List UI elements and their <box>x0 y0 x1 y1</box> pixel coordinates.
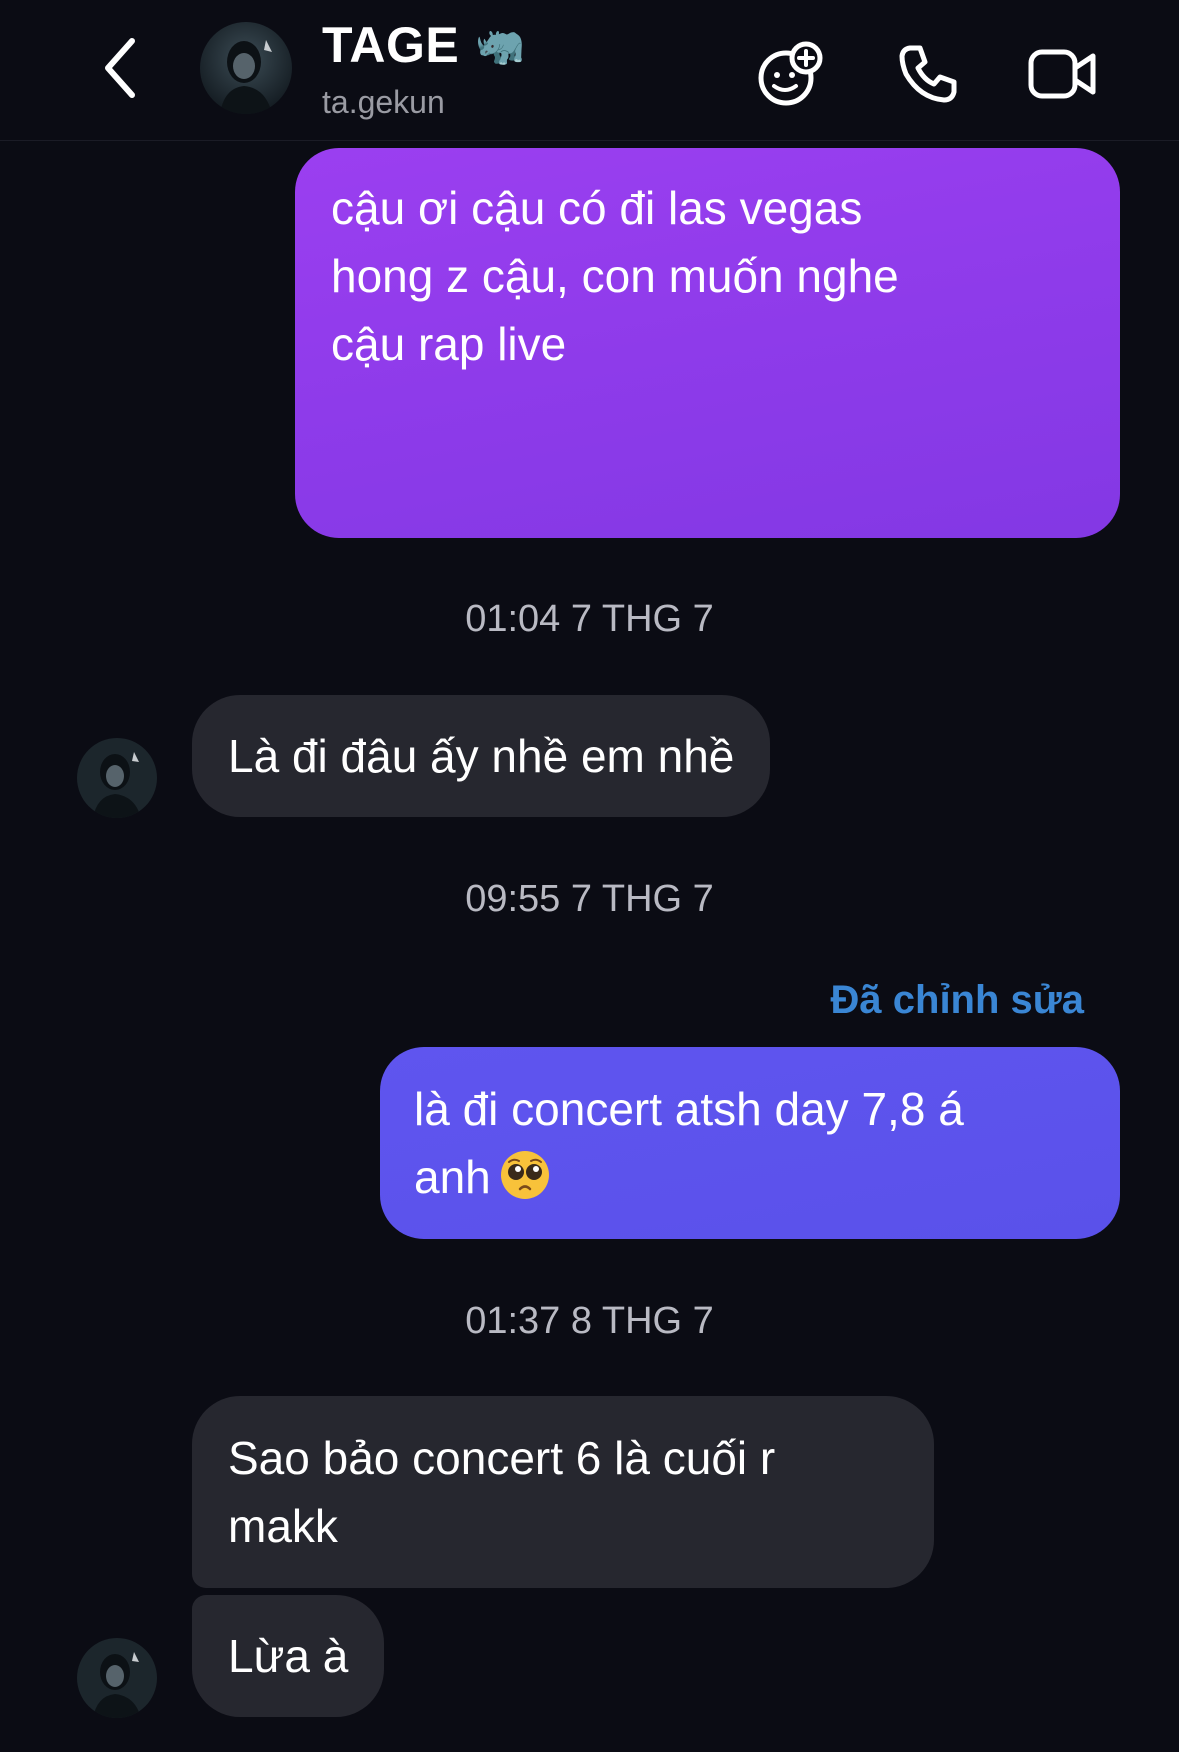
rhino-icon: 🦏 <box>475 23 526 67</box>
phone-icon <box>899 45 957 103</box>
sender-avatar[interactable] <box>77 1638 157 1718</box>
back-button[interactable] <box>95 35 145 101</box>
incoming-message-bubble[interactable]: Sao bảo concert 6 là cuối r makk <box>192 1396 934 1588</box>
sticker-add-icon <box>758 41 823 106</box>
contact-avatar[interactable] <box>200 22 292 114</box>
pleading-face-emoji <box>500 1151 549 1199</box>
chat-header: TAGE 🦏 ta.gekun <box>0 0 1179 141</box>
incoming-message-bubble[interactable]: Lừa à <box>192 1595 385 1717</box>
outgoing-message-bubble[interactable]: là đi concert atsh day 7,8 á anh <box>380 1047 1120 1239</box>
chevron-left-icon <box>105 38 135 98</box>
contact-username: ta.gekun <box>322 84 445 120</box>
sticker-effects-button[interactable] <box>752 36 828 112</box>
sender-avatar[interactable] <box>77 738 157 818</box>
outgoing-message-bubble[interactable]: cậu ơi cậu có đi las vegas hong z cậu, c… <box>295 148 1120 538</box>
video-call-button[interactable] <box>1025 36 1101 112</box>
message-timestamp: 01:37 8 THG 7 <box>465 1300 714 1342</box>
contact-name-text: TAGE <box>322 17 460 73</box>
edited-label[interactable]: Đã chỉnh sửa <box>831 978 1084 1023</box>
voice-call-button[interactable] <box>890 36 966 112</box>
message-text: là đi concert atsh day 7,8 á anh <box>414 1083 964 1203</box>
incoming-message-bubble[interactable]: Là đi đâu ấy nhề em nhề <box>192 695 771 817</box>
video-camera-icon <box>1028 49 1096 99</box>
message-timestamp: 09:55 7 THG 7 <box>465 878 714 920</box>
contact-name[interactable]: TAGE 🦏 <box>322 16 526 74</box>
message-timestamp: 01:04 7 THG 7 <box>465 598 714 640</box>
